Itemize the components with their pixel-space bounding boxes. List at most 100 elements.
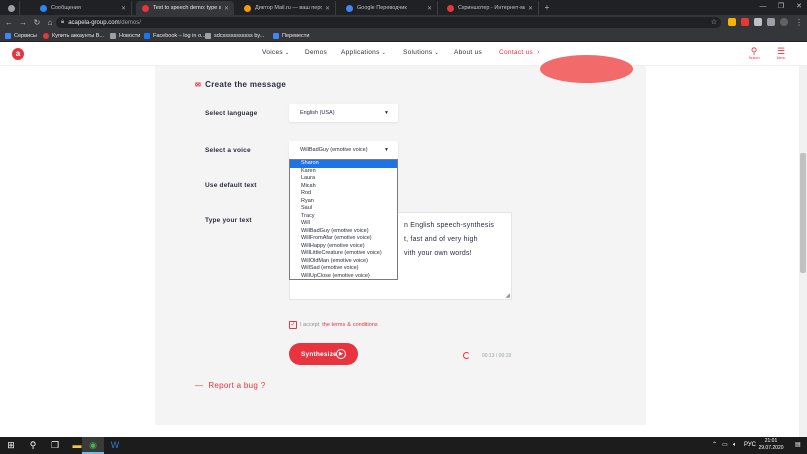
system-clock[interactable]: 21:01 29.07.2020: [754, 438, 788, 452]
search-icon[interactable]: ⚲: [22, 437, 44, 454]
voice-option[interactable]: Micah: [290, 183, 397, 191]
voice-option[interactable]: WillBadGuy (emotive voice): [290, 228, 397, 236]
bookmark-label: Сервисы: [14, 32, 37, 39]
kebab-menu-icon[interactable]: ⋮: [793, 15, 805, 30]
search-button[interactable]: ⚲ Search: [746, 46, 762, 60]
windows-taskbar: ⊞ ⚲ ❐ ▬ ◉ W ⌃ ▭ 🔈︎ РУС 21:01 29.07.2020 …: [0, 437, 807, 454]
player-time: 00:13 / 00:19: [482, 352, 512, 359]
bookmark-sdcs[interactable]: sdcsssssssssss by...: [205, 30, 264, 41]
bookmark-star-icon[interactable]: ☆: [711, 17, 717, 28]
bookmark-translate[interactable]: Перевести: [273, 30, 309, 41]
tab-label: Text to speech demo: type and l...: [153, 5, 221, 11]
voice-option[interactable]: Will: [290, 220, 397, 228]
tab-close-icon[interactable]: ✕: [325, 5, 330, 12]
nav-voices[interactable]: Voices ⌄: [262, 49, 289, 56]
language-select-value: English (USA): [300, 110, 335, 116]
voice-option[interactable]: Sharon: [290, 160, 397, 168]
bookmarks-bar: Сервисы Купить аккаунты В... Новости Fac…: [0, 30, 807, 42]
extension-icon[interactable]: [767, 18, 775, 26]
browser-tab-mailru[interactable]: Диктор Mail.ru — ваш персона... ✕: [238, 1, 336, 15]
voice-option[interactable]: Tracy: [290, 213, 397, 221]
nav-label: Voices: [262, 49, 283, 56]
nav-applications[interactable]: Applications ⌄: [341, 49, 386, 56]
language-select[interactable]: English (USA) ▼: [289, 104, 398, 122]
minimize-window-icon[interactable]: —: [755, 0, 771, 14]
voice-option[interactable]: Karen: [290, 168, 397, 176]
menu-label: Menu: [776, 56, 786, 60]
tab-close-icon[interactable]: ✕: [224, 5, 229, 12]
windows-start-icon[interactable]: ⊞: [0, 437, 22, 454]
reload-icon[interactable]: ↻: [31, 15, 43, 30]
browser-tab-pinned[interactable]: [2, 1, 20, 15]
menu-button[interactable]: ☰ Menu: [773, 46, 789, 60]
voice-option[interactable]: Saul: [290, 205, 397, 213]
voice-option[interactable]: WillSad (emotive voice): [290, 265, 397, 273]
tab-close-icon[interactable]: ✕: [427, 5, 432, 12]
browser-tab-google-translate[interactable]: Google Переводчик ✕: [340, 1, 438, 15]
report-bug-link[interactable]: — Report a bug ?: [195, 381, 265, 390]
bookmark-news[interactable]: Новости: [110, 30, 140, 41]
page-scrollbar-thumb[interactable]: [800, 153, 806, 273]
resize-grip-icon[interactable]: ◢: [505, 292, 510, 299]
extension-icon[interactable]: [741, 18, 749, 26]
text-line: t, fast and of very high: [404, 236, 478, 243]
browser-tab-messages[interactable]: Сообщения ✕: [34, 1, 132, 15]
vk-icon: [40, 4, 47, 12]
voice-option[interactable]: Laura: [290, 175, 397, 183]
nav-label: Contact us: [499, 49, 534, 56]
clock-time: 21:01: [764, 438, 778, 444]
profile-avatar-icon[interactable]: [780, 18, 788, 26]
acapela-logo[interactable]: a: [12, 48, 24, 60]
extension-icon[interactable]: [728, 18, 736, 26]
bookmark-label: Новости: [119, 32, 141, 39]
browser-tab-screenshoter[interactable]: Скриншотер - Интернет-магази... ✕: [441, 1, 539, 15]
bookmark-facebook[interactable]: Facebook – log in o...: [144, 30, 206, 41]
tray-chevron-icon[interactable]: ⌃: [712, 437, 717, 454]
maximize-window-icon[interactable]: ❐: [773, 0, 789, 14]
voice-option[interactable]: Rod: [290, 190, 397, 198]
bookmark-label: Перевести: [282, 32, 310, 39]
voice-option[interactable]: Ryan: [290, 198, 397, 206]
voice-option[interactable]: WillUpClose (emotive voice): [290, 273, 397, 281]
synthesize-button[interactable]: Synthesize ▶: [289, 343, 358, 365]
conditions-link[interactable]: conditions: [353, 322, 378, 328]
voice-option[interactable]: WillOldMan (emotive voice): [290, 258, 397, 266]
globe-icon: [205, 32, 211, 39]
nav-demos[interactable]: Demos: [305, 49, 327, 56]
text-line: n English speech-synthesis: [404, 222, 495, 229]
bookmark-buy-accounts[interactable]: Купить аккаунты В...: [43, 30, 104, 41]
bookmark-favicon-icon: [43, 32, 49, 39]
back-icon[interactable]: ←: [3, 15, 15, 30]
voice-option[interactable]: WillLittleCreature (emotive voice): [290, 250, 397, 258]
notifications-icon[interactable]: ▤: [795, 437, 801, 454]
nav-solutions[interactable]: Solutions ⌄: [403, 49, 439, 56]
tab-close-icon[interactable]: ✕: [528, 5, 533, 12]
puzzle-extension-icon[interactable]: [754, 18, 762, 26]
network-icon[interactable]: ▭: [722, 437, 728, 454]
terms-checkbox[interactable]: ✓: [289, 321, 297, 329]
terms-link[interactable]: the terms: [322, 322, 345, 328]
volume-icon[interactable]: 🔈︎: [733, 437, 737, 454]
audio-player[interactable]: 00:13 / 00:19: [463, 352, 511, 359]
chevron-down-icon: ⌄: [434, 50, 439, 56]
nav-about-us[interactable]: About us: [454, 49, 482, 56]
address-bar[interactable]: 🔒︎ acapela-group.com/demos/ ☆: [56, 17, 721, 28]
nav-label: Applications: [341, 49, 380, 56]
nav-label: About us: [454, 49, 483, 56]
bookmark-services[interactable]: Сервисы: [5, 30, 37, 41]
browser-tab-acapela[interactable]: Text to speech demo: type and l... ✕: [136, 1, 234, 15]
nav-contact-us[interactable]: Contact us ›: [499, 49, 540, 56]
voice-option[interactable]: WillHappy (emotive voice): [290, 243, 397, 251]
word-icon[interactable]: W: [104, 437, 126, 454]
voice-select[interactable]: WillBadGuy (emotive voice) ▼: [289, 141, 398, 159]
bookmark-label: Facebook – log in o...: [153, 32, 206, 39]
tab-close-icon[interactable]: ✕: [121, 5, 126, 12]
chrome-icon[interactable]: ◉: [82, 437, 104, 454]
voice-option[interactable]: WillFromAfar (emotive voice): [290, 235, 397, 243]
new-tab-button[interactable]: +: [541, 1, 553, 14]
google-translate-icon: [273, 32, 279, 39]
forward-icon[interactable]: →: [17, 15, 29, 30]
task-view-icon[interactable]: ❐: [44, 437, 66, 454]
home-icon[interactable]: ⌂: [44, 15, 56, 30]
close-window-icon[interactable]: ✕: [791, 0, 807, 14]
